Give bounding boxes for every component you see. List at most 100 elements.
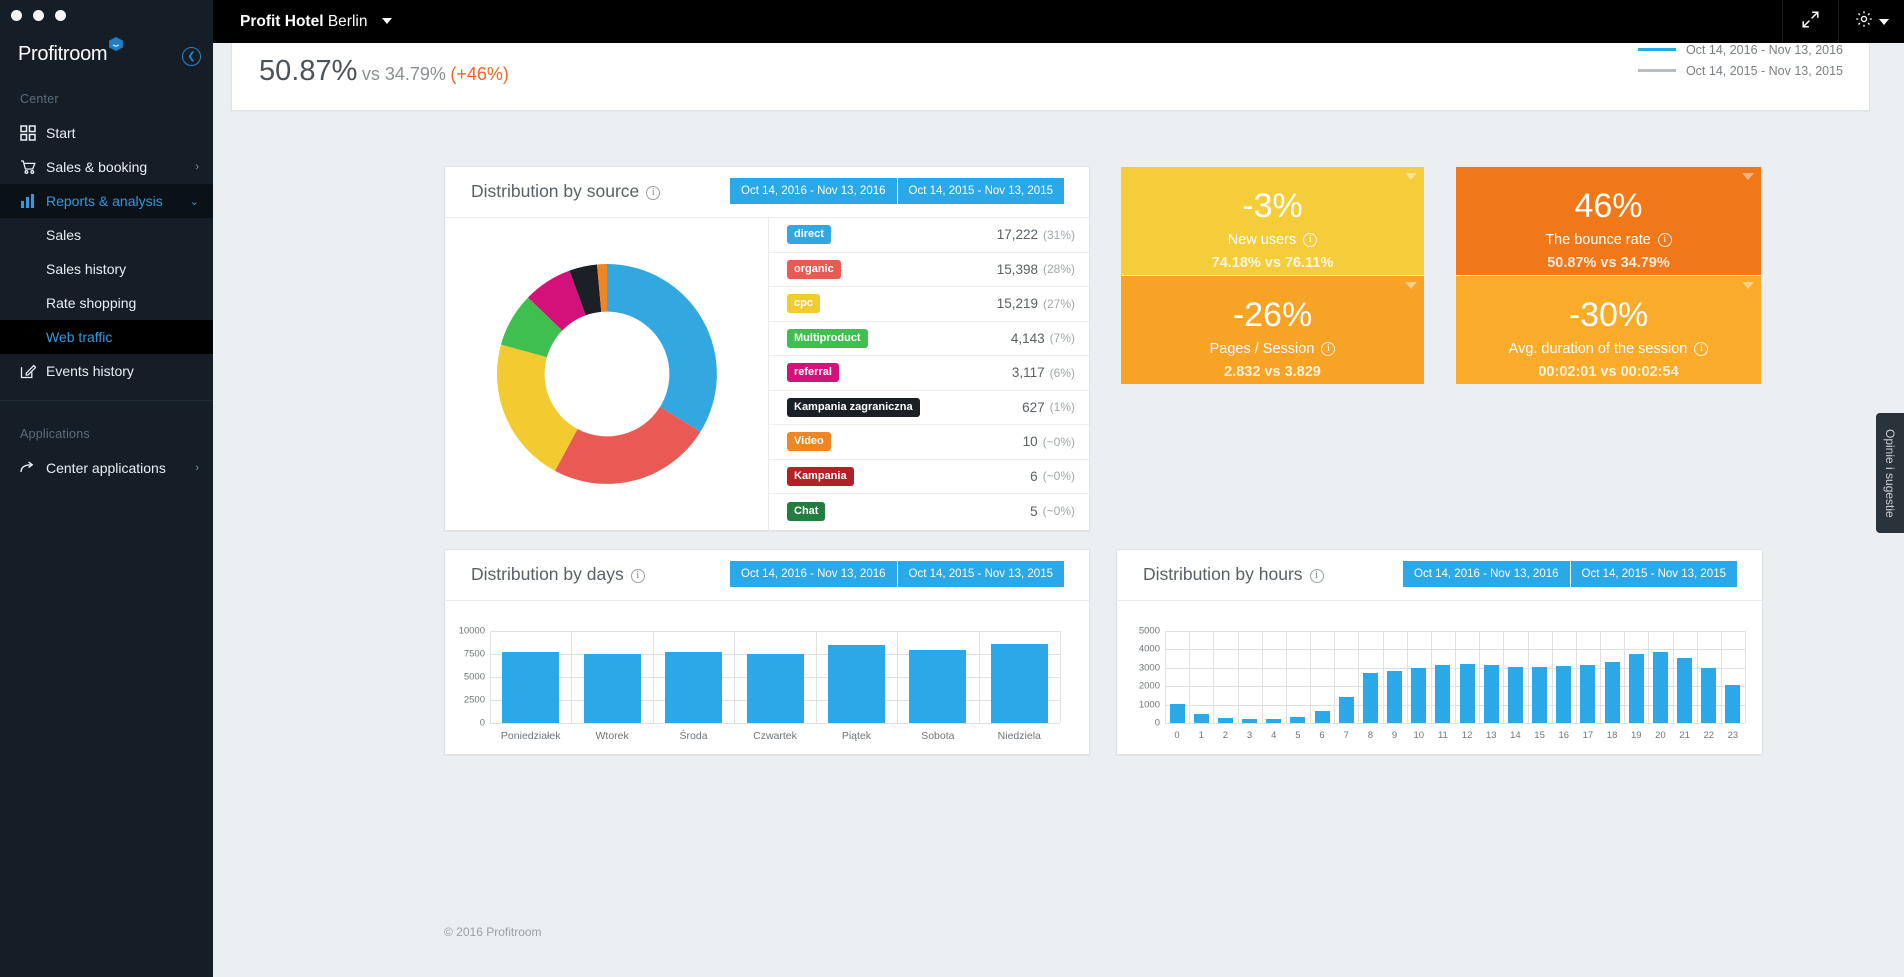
donut-slice-organic[interactable] xyxy=(555,406,701,484)
gridline-vertical xyxy=(1479,631,1480,723)
bar[interactable] xyxy=(1169,704,1185,723)
table-row[interactable]: Kampania zagraniczna 627 (1%) xyxy=(769,391,1089,425)
donut-slice-direct[interactable] xyxy=(607,264,717,432)
y-axis-tick-label: 5000 xyxy=(1138,625,1160,637)
sidebar-collapse-button[interactable]: ❮ xyxy=(182,47,201,66)
bar[interactable] xyxy=(1338,696,1354,723)
bar[interactable] xyxy=(1217,718,1233,723)
fullscreen-button[interactable] xyxy=(1782,0,1838,43)
info-icon[interactable]: i xyxy=(630,568,645,583)
kpi-new-users[interactable]: -3% New users i 74.18% vs 76.11% xyxy=(1121,167,1424,275)
table-row[interactable]: cpc 15,219 (27%) xyxy=(769,287,1089,322)
bounce-delta: (+46%) xyxy=(450,64,509,84)
bar[interactable] xyxy=(1604,662,1620,723)
kpi-percent: -26% xyxy=(1232,296,1313,334)
bar[interactable] xyxy=(746,653,804,723)
table-row[interactable]: Multiproduct 4,143 (7%) xyxy=(769,322,1089,356)
bar[interactable] xyxy=(1580,665,1596,723)
kpi-pages-per-session[interactable]: -26% Pages / Session i 2.832 vs 3.829 xyxy=(1121,276,1424,384)
hotel-name-bold: Profit Hotel xyxy=(240,12,324,30)
info-icon[interactable]: i xyxy=(1309,568,1324,583)
bar[interactable] xyxy=(1193,714,1209,723)
bar[interactable] xyxy=(1435,665,1451,723)
bar[interactable] xyxy=(1266,719,1282,723)
info-icon[interactable]: i xyxy=(1321,341,1336,356)
settings-button[interactable] xyxy=(1838,0,1904,43)
source-tag: Kampania xyxy=(787,466,854,486)
window-dot-close[interactable] xyxy=(11,10,22,21)
info-icon[interactable]: i xyxy=(1657,232,1672,247)
edit-icon xyxy=(20,363,46,379)
bar[interactable] xyxy=(909,649,967,723)
source-tag: Multiproduct xyxy=(787,328,868,348)
bar[interactable] xyxy=(1483,665,1499,723)
sidebar-item-start[interactable]: Start xyxy=(0,116,213,150)
window-dot-minimize[interactable] xyxy=(33,10,44,21)
source-value: 15,398 xyxy=(996,261,1038,277)
table-row[interactable]: referral 3,117 (6%) xyxy=(769,356,1089,391)
sidebar-item-sales[interactable]: Sales xyxy=(0,218,213,252)
kpi-bounce-rate[interactable]: 46% The bounce rate i 50.87% vs 34.79% xyxy=(1456,167,1761,275)
sidebar-item-sales-history[interactable]: Sales history xyxy=(0,252,213,286)
table-row[interactable]: Video 10 (~0%) xyxy=(769,425,1089,460)
date-range-previous[interactable]: Oct 14, 2015 - Nov 13, 2015 xyxy=(897,178,1064,204)
bar[interactable] xyxy=(1556,666,1572,723)
sidebar-item-events-history[interactable]: Events history xyxy=(0,354,213,388)
content: 50.87% vs 34.79% (+46%) Oct 14, 2016 - N… xyxy=(213,43,1904,977)
x-axis-tick-label: 7 xyxy=(1343,730,1349,741)
kpi-percent: -30% xyxy=(1568,296,1649,334)
table-row[interactable]: Chat 5 (~0%) xyxy=(769,494,1089,529)
bar[interactable] xyxy=(1314,710,1330,723)
info-icon[interactable]: i xyxy=(646,185,661,200)
bar[interactable] xyxy=(1507,666,1523,723)
bar[interactable] xyxy=(1362,672,1378,723)
x-axis-tick-label: Piątek xyxy=(841,730,872,742)
info-icon[interactable]: i xyxy=(1694,341,1709,356)
feedback-tab[interactable]: Opinie i sugestie xyxy=(1876,413,1904,533)
date-range-current[interactable]: Oct 14, 2016 - Nov 13, 2016 xyxy=(730,561,897,587)
bar[interactable] xyxy=(1387,670,1403,723)
bar[interactable] xyxy=(1411,668,1427,723)
bar[interactable] xyxy=(1628,654,1644,723)
bar[interactable] xyxy=(1677,658,1693,723)
bar[interactable] xyxy=(1242,719,1258,723)
bar[interactable] xyxy=(665,651,723,723)
bar[interactable] xyxy=(583,654,641,723)
kpi-avg-session-duration[interactable]: -30% Avg. duration of the session i 00:02… xyxy=(1456,276,1761,384)
table-row[interactable]: Kampania 6 (~0%) xyxy=(769,460,1089,494)
sidebar-item-sales-booking[interactable]: Sales & booking › xyxy=(0,150,213,184)
bar[interactable] xyxy=(990,644,1048,723)
y-axis-tick-label: 2500 xyxy=(463,694,485,706)
gridline-vertical xyxy=(653,631,654,723)
date-range-previous[interactable]: Oct 14, 2015 - Nov 13, 2015 xyxy=(1570,561,1737,587)
bar[interactable] xyxy=(1459,663,1475,723)
date-range-current[interactable]: Oct 14, 2016 - Nov 13, 2016 xyxy=(730,178,897,204)
sidebar-item-web-traffic[interactable]: Web traffic xyxy=(0,320,213,354)
source-value: 5 xyxy=(1030,503,1038,519)
gridline-vertical xyxy=(979,631,980,723)
bar[interactable] xyxy=(502,652,560,723)
table-row[interactable]: organic 15,398 (28%) xyxy=(769,253,1089,287)
date-range-current[interactable]: Oct 14, 2016 - Nov 13, 2016 xyxy=(1403,561,1570,587)
hotel-selector[interactable]: Profit Hotel Berlin xyxy=(240,13,392,31)
bar[interactable] xyxy=(1701,668,1717,723)
date-range-previous[interactable]: Oct 14, 2015 - Nov 13, 2015 xyxy=(897,561,1064,587)
window-controls[interactable] xyxy=(0,0,213,21)
window-dot-maximize[interactable] xyxy=(55,10,66,21)
info-icon[interactable]: i xyxy=(1303,232,1318,247)
source-tag: Chat xyxy=(787,501,826,521)
bar[interactable] xyxy=(1725,684,1741,723)
gridline-vertical xyxy=(1286,631,1287,723)
bar[interactable] xyxy=(1532,666,1548,723)
panel-title-text: Distribution by hours xyxy=(1143,564,1303,584)
source-percent: (6%) xyxy=(1049,365,1075,380)
panel-title-text: Distribution by source xyxy=(471,181,640,201)
sidebar-item-center-applications[interactable]: Center applications › xyxy=(0,451,213,485)
sidebar-item-rate-shopping[interactable]: Rate shopping xyxy=(0,286,213,320)
table-row[interactable]: direct 17,222 (31%) xyxy=(769,218,1089,253)
sidebar-item-reports-analysis[interactable]: Reports & analysis ⌄ xyxy=(0,184,213,218)
bar[interactable] xyxy=(827,644,885,723)
bar[interactable] xyxy=(1290,716,1306,723)
bar[interactable] xyxy=(1652,652,1668,723)
gridline-vertical xyxy=(1697,631,1698,723)
